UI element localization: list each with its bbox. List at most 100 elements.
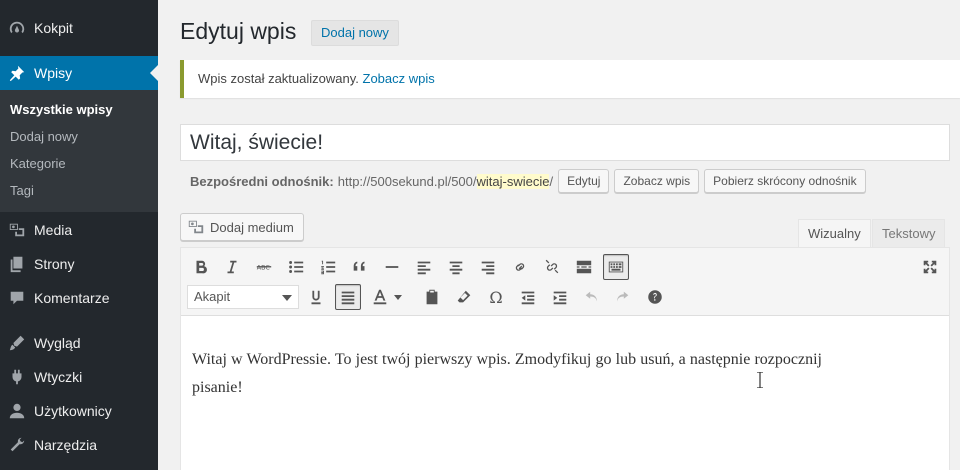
sidebar-item-label: Narzędzia [34, 437, 98, 453]
indent-button[interactable] [547, 284, 573, 310]
sidebar-item-label: Kokpit [34, 20, 73, 36]
page-title: Edytuj wpis [180, 18, 297, 44]
align-left-button[interactable] [411, 254, 437, 280]
submenu-tags[interactable]: Tagi [10, 183, 34, 198]
pin-icon [7, 63, 27, 83]
view-post-link[interactable]: Zobacz wpis [363, 71, 435, 86]
tab-visual[interactable]: Wizualny [798, 219, 871, 247]
clipboard-icon [426, 289, 438, 305]
comments-icon [7, 288, 27, 308]
quote-icon [353, 261, 365, 271]
plugins-icon [7, 367, 27, 387]
add-new-button[interactable]: Dodaj nowy [311, 20, 399, 46]
sidebar-item-wpisy[interactable]: Wpisy [0, 56, 158, 90]
sidebar-item-label: Wpisy [34, 65, 73, 81]
special-character-button[interactable]: Ω [483, 284, 509, 310]
chevron-down-icon [282, 295, 292, 301]
tab-text[interactable]: Tekstowy [872, 219, 946, 247]
submenu-all-posts[interactable]: Wszystkie wpisy [10, 102, 113, 117]
insert-link-button[interactable] [507, 254, 533, 280]
add-media-label: Dodaj medium [210, 219, 294, 235]
sidebar-item-wyglad[interactable]: Wygląd [0, 326, 158, 360]
bullet-list-icon [289, 261, 304, 273]
users-icon [7, 401, 27, 421]
redo-icon [617, 291, 629, 302]
outdent-button[interactable] [515, 284, 541, 310]
italic-icon [227, 260, 237, 274]
sidebar-item-narzedzia[interactable]: Narzędzia [0, 428, 158, 462]
sidebar-item-strony[interactable]: Strony [0, 247, 158, 281]
editor-content[interactable]: Witaj w WordPressie. To jest twój pierws… [192, 346, 822, 402]
redo-button[interactable] [609, 284, 635, 310]
omega-icon: Ω [489, 287, 503, 307]
strikethrough-icon: ABC [256, 265, 272, 272]
toolbar-toggle-button[interactable] [603, 254, 629, 280]
edit-permalink-button[interactable]: Edytuj [558, 169, 610, 193]
numbered-list-button[interactable] [315, 254, 341, 280]
align-center-button[interactable] [443, 254, 469, 280]
permalink-row: Bezpośredni odnośnik: http://500sekund.p… [190, 169, 866, 193]
sidebar-item-komentarze[interactable]: Komentarze [0, 281, 158, 315]
paste-as-text-button[interactable] [419, 284, 445, 310]
appearance-icon [7, 333, 27, 353]
get-shortlink-button[interactable]: Pobierz skrócony odnośnik [704, 169, 866, 193]
bullet-list-button[interactable] [283, 254, 309, 280]
justify-button[interactable] [335, 284, 361, 310]
view-post-button[interactable]: Zobacz wpis [614, 169, 700, 193]
format-select-value: Akapit [194, 289, 231, 304]
sidebar-item-label: Komentarze [34, 290, 110, 306]
clear-formatting-button[interactable] [451, 284, 477, 310]
notice-text: Wpis został zaktualizowany. [198, 71, 363, 86]
underline-icon [311, 290, 321, 305]
sidebar-item-media[interactable]: Media [0, 213, 158, 247]
editor-toolbar: ABC Akapit Ω [181, 248, 949, 316]
read-more-icon [576, 260, 592, 274]
fullscreen-button[interactable] [917, 254, 943, 280]
tools-icon [7, 435, 27, 455]
admin-sidebar: Kokpit Wpisy Wszystkie wpisy Dodaj nowy … [0, 0, 158, 470]
text-color-button[interactable] [367, 284, 393, 310]
media-icon [7, 220, 27, 240]
sidebar-item-uzytkownicy[interactable]: Użytkownicy [0, 394, 158, 428]
align-justify-icon [341, 291, 355, 305]
help-button[interactable] [642, 284, 668, 310]
blockquote-button[interactable] [347, 254, 373, 280]
outdent-icon [521, 291, 535, 305]
keyboard-icon [608, 261, 624, 273]
italic-button[interactable] [219, 254, 245, 280]
undo-button[interactable] [579, 284, 605, 310]
bold-button[interactable] [188, 254, 214, 280]
align-right-icon [481, 261, 495, 275]
add-media-button[interactable]: Dodaj medium [180, 213, 304, 241]
submenu-categories[interactable]: Kategorie [10, 156, 66, 171]
help-icon [648, 290, 662, 304]
align-right-button[interactable] [475, 254, 501, 280]
sidebar-item-kokpit[interactable]: Kokpit [0, 11, 158, 45]
sidebar-item-wtyczki[interactable]: Wtyczki [0, 360, 158, 394]
text-color-icon [373, 289, 387, 305]
strikethrough-button[interactable]: ABC [251, 254, 277, 280]
format-select[interactable]: Akapit [187, 285, 299, 309]
sidebar-item-label: Media [34, 222, 73, 238]
text-cursor-icon [757, 372, 763, 388]
horizontal-line-button[interactable] [379, 254, 405, 280]
post-title-input[interactable]: Witaj, świecie! [180, 124, 950, 161]
text-color-dropdown[interactable] [391, 284, 405, 310]
fullscreen-icon [923, 260, 937, 274]
submenu-add-new[interactable]: Dodaj nowy [10, 129, 78, 144]
read-more-button[interactable] [571, 254, 597, 280]
horizontal-line-icon [385, 266, 399, 268]
sidebar-item-label: Wtyczki [34, 369, 83, 385]
remove-link-button[interactable] [539, 254, 565, 280]
svg-text:ABC: ABC [257, 265, 271, 272]
permalink-end: / [549, 173, 554, 189]
add-media-icon [188, 220, 204, 234]
underline-button[interactable] [303, 284, 329, 310]
post-editor: ABC Akapit Ω Witaj w WordPressie. To jes… [180, 247, 950, 470]
sidebar-item-label: Wygląd [34, 335, 81, 351]
bold-icon [196, 260, 207, 274]
permalink-slug[interactable]: witaj-swiecie [476, 173, 550, 189]
sidebar-item-label: Strony [34, 256, 75, 272]
align-left-icon [417, 261, 431, 275]
permalink-label: Bezpośredni odnośnik: [190, 173, 334, 189]
